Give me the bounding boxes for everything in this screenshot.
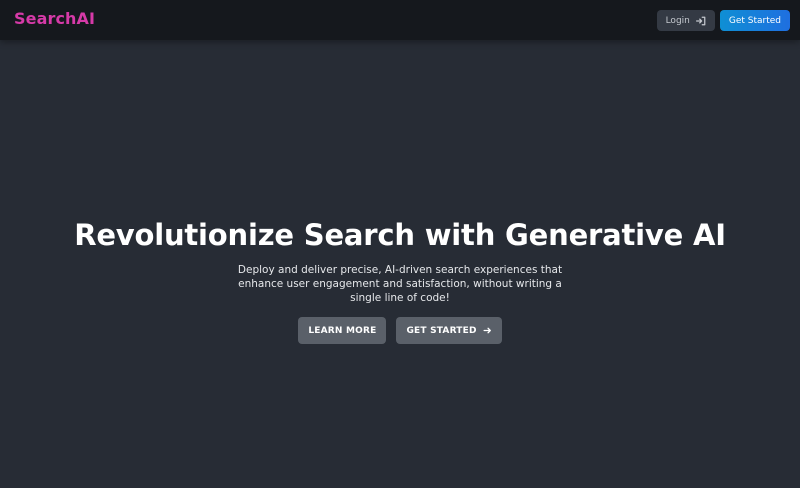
hero-actions: LEARN MORE GET STARTED (0, 317, 800, 344)
hero-section: Revolutionize Search with Generative AI … (0, 40, 800, 488)
brand-logo[interactable]: SearchAI (14, 9, 95, 28)
sign-in-icon (695, 16, 706, 25)
learn-more-label: LEARN MORE (308, 325, 377, 336)
hero-title: Revolutionize Search with Generative AI (74, 218, 726, 252)
hero-get-started-label: GET STARTED (406, 325, 477, 336)
get-started-label: Get Started (728, 15, 781, 26)
get-started-button[interactable]: Get Started (719, 10, 790, 31)
arrow-right-icon (483, 327, 491, 334)
top-navbar: SearchAI Login Get Started (0, 0, 800, 40)
hero-subtitle: Deploy and deliver precise, AI-driven se… (237, 264, 563, 304)
nav-actions: Login Get Started (656, 10, 790, 31)
hero-get-started-button[interactable]: GET STARTED (396, 317, 502, 344)
login-label: Login (665, 15, 690, 26)
login-button[interactable]: Login (656, 10, 715, 31)
learn-more-button[interactable]: LEARN MORE (298, 317, 387, 344)
